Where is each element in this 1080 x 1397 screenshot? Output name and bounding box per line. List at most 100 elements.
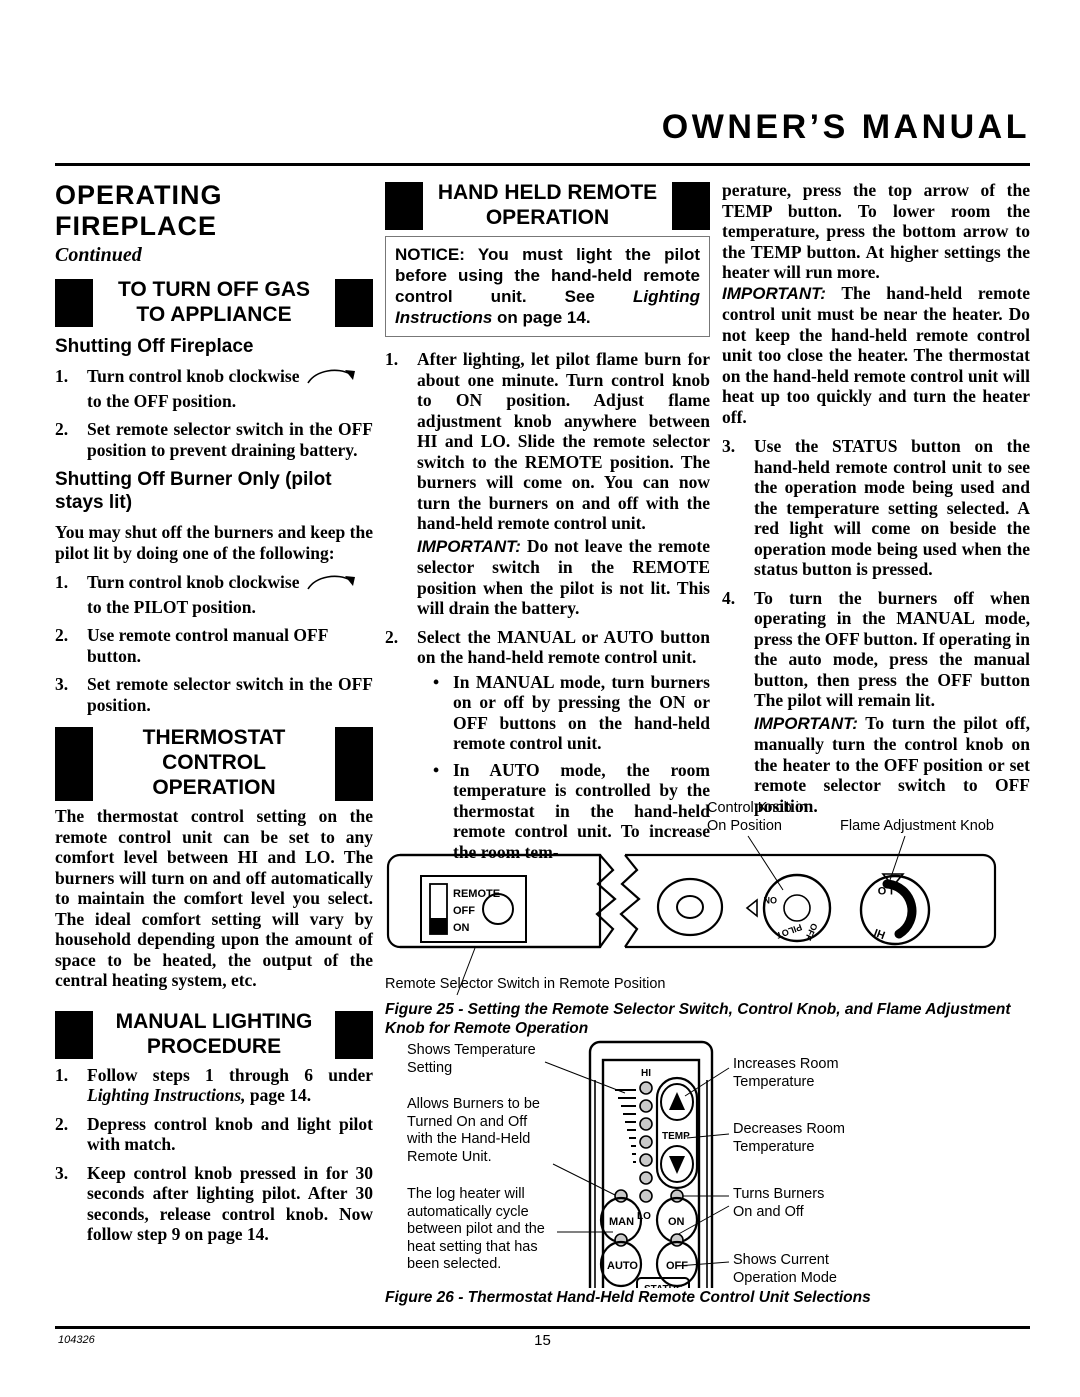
heading-bar-left	[55, 279, 93, 327]
step-number: 2.	[55, 419, 69, 439]
step-number: 3.	[55, 674, 69, 694]
heading-bar-right	[335, 279, 373, 327]
svg-text:ON: ON	[453, 922, 470, 934]
list-item: 1. Turn control knob clockwise to the OF…	[55, 366, 373, 411]
heading-bar-left	[55, 727, 93, 801]
heading-line-1: OPERATING	[55, 180, 223, 210]
heading-bar-left	[55, 1010, 93, 1059]
list-item: 3. Set remote selector switch in the OFF…	[55, 674, 373, 715]
subheading-shutting-off-burner: Shutting Off Burner Only (pilot stays li…	[55, 469, 332, 513]
section-title-line-2: OPERATION	[485, 206, 610, 229]
continuation-paragraph: perature, press the top arrow of the TEM…	[722, 180, 1030, 282]
section-heading-hand-held-remote: HAND HELD REMOTE OPERATION	[385, 180, 710, 230]
section-title-line-1: TO TURN OFF GAS	[117, 278, 311, 301]
svg-text:HI: HI	[641, 1068, 651, 1079]
svg-text:AUTO: AUTO	[607, 1260, 638, 1272]
section-title-line-2: PROCEDURE	[146, 1034, 282, 1058]
svg-text:HI: HI	[873, 926, 887, 941]
step-text: To turn the burners off when operating i…	[754, 587, 1030, 711]
list-item: 1. Turn control knob clockwise to the PI…	[55, 572, 373, 617]
middle-column: HAND HELD REMOTE OPERATION NOTICE: You m…	[385, 180, 710, 870]
step-text: Use the STATUS button on the hand-held r…	[754, 436, 1030, 579]
heading-bar-left	[385, 182, 423, 230]
step-number: 3.	[55, 1162, 69, 1183]
step-text: Select the MANUAL or AUTO button on the …	[417, 626, 710, 668]
section-heading-manual-lighting: MANUAL LIGHTING PROCEDURE	[55, 1009, 373, 1059]
step-text: Set remote selector switch in the OFF po…	[87, 674, 373, 715]
important-label: IMPORTANT:	[417, 536, 521, 556]
figure-25-drawing: REMOTE OFF ON ON PILOT OFF LO HI	[386, 835, 997, 996]
section-heading-thermostat-control: THERMOSTAT CONTROL OPERATION	[55, 725, 373, 801]
shutting-off-burner-intro: You may shut off the burners and keep th…	[55, 522, 373, 563]
svg-text:ON: ON	[668, 1216, 685, 1228]
list-item: 3. Use the STATUS button on the hand-hel…	[722, 436, 1030, 580]
svg-text:REMOTE: REMOTE	[453, 888, 500, 900]
step-text-pre: Follow steps 1 through 6 under	[87, 1064, 373, 1085]
step-text: After lighting, let pilot flame burn for…	[417, 349, 710, 533]
shutting-off-fireplace-steps: 1. Turn control knob clockwise to the OF…	[55, 366, 373, 460]
list-item: In MANUAL mode, turn burners on or off b…	[433, 672, 710, 754]
step-number: 1.	[385, 349, 399, 369]
figure-26-drawing: HI LO TEMP MAN ON AUTO OFF	[544, 1040, 730, 1288]
figure-26: Shows Temperature Setting Allows Burners…	[385, 1038, 1035, 1288]
hand-held-remote-steps: 1. After lighting, let pilot flame burn …	[385, 349, 710, 862]
list-item: 3. Keep control knob pressed in for 30 s…	[55, 1163, 373, 1245]
svg-text:LO: LO	[877, 884, 893, 896]
svg-text:PILOT: PILOT	[775, 922, 804, 941]
section-title-line-1: THERMOSTAT	[142, 726, 286, 749]
important-label: IMPORTANT:	[722, 283, 826, 303]
section-heading-turn-off-gas: TO TURN OFF GAS TO APPLIANCE	[55, 277, 373, 327]
step-number: 2.	[385, 626, 399, 647]
manual-lighting-steps: 1. Follow steps 1 through 6 under Lighti…	[55, 1065, 373, 1245]
list-item: 4. To turn the burners off when operatin…	[722, 588, 1030, 817]
continued-label: Continued	[55, 244, 142, 266]
list-item: 1. After lighting, let pilot flame burn …	[385, 349, 710, 619]
step-text: Turn control knob clockwise	[87, 572, 300, 592]
step-text-2: to the OFF position.	[87, 390, 237, 411]
figure-26-caption: Figure 26 - Thermostat Hand-Held Remote …	[385, 1289, 871, 1306]
subheading-shutting-off-fireplace: Shutting Off Fireplace	[55, 336, 254, 357]
step-text-2: to the PILOT position.	[87, 596, 256, 617]
notice-tail: on page 14.	[492, 308, 591, 327]
step-number: 2.	[55, 625, 69, 645]
step-number: 3.	[722, 436, 736, 456]
clockwise-arrow-icon	[305, 572, 361, 597]
step-text-post: page 14.	[245, 1085, 312, 1105]
right-column: perature, press the top arrow of the TEM…	[722, 180, 1030, 824]
step-text: Set remote selector switch in the OFF po…	[87, 419, 373, 460]
section-title-line-1: HAND HELD REMOTE	[437, 181, 658, 204]
footer-page-number: 15	[534, 1332, 551, 1349]
list-item: 1. Follow steps 1 through 6 under Lighti…	[55, 1065, 373, 1106]
manual-page: OWNER’S MANUAL OPERATING FIREPLACE Conti…	[0, 0, 1080, 1397]
header-rule	[55, 163, 1030, 166]
step-number: 1.	[55, 572, 69, 592]
list-item: 2. Depress control knob and light pilot …	[55, 1114, 373, 1155]
right-steps: 3. Use the STATUS button on the hand-hel…	[722, 436, 1030, 816]
shutting-off-burner-steps: 1. Turn control knob clockwise to the PI…	[55, 572, 373, 715]
svg-text:MAN: MAN	[609, 1216, 634, 1228]
heading-bar-right	[672, 182, 710, 230]
step-number: 4.	[722, 587, 736, 608]
step-important: IMPORTANT: Do not leave the remote selec…	[417, 536, 710, 619]
figure-25: Control Knob in On Position Flame Adjust…	[385, 800, 1035, 1000]
notice-box: NOTICE: You must light the pilot before …	[385, 236, 710, 337]
important-text: The hand-held remote control unit must b…	[722, 282, 1030, 427]
list-item: 2. Use remote control manual OFF button.	[55, 625, 373, 666]
step-number: 1.	[55, 366, 69, 386]
callout-remote-selector-switch: Remote Selector Switch in Remote Positio…	[385, 976, 666, 992]
section-title-line-2: CONTROL	[162, 751, 266, 774]
footer-rule	[55, 1326, 1030, 1329]
step-text-pre: Depress control knob and light pilot wit…	[87, 1113, 373, 1155]
step-number: 1.	[55, 1064, 69, 1085]
step-text: Use remote control manual OFF button.	[87, 625, 328, 666]
svg-text:TEMP: TEMP	[662, 1131, 690, 1142]
left-column: OPERATING FIREPLACE Continued TO TURN OF…	[55, 180, 373, 1253]
step-number: 2.	[55, 1113, 69, 1134]
section-title-line-2: TO APPLIANCE	[136, 303, 292, 326]
svg-text:ON: ON	[764, 895, 778, 905]
clockwise-arrow-icon	[305, 366, 361, 391]
svg-text:OFF: OFF	[666, 1260, 688, 1272]
heading-line-2: FIREPLACE	[55, 211, 218, 241]
thermostat-control-paragraph: The thermostat control setting on the re…	[55, 806, 373, 990]
important-label: IMPORTANT:	[754, 713, 858, 733]
